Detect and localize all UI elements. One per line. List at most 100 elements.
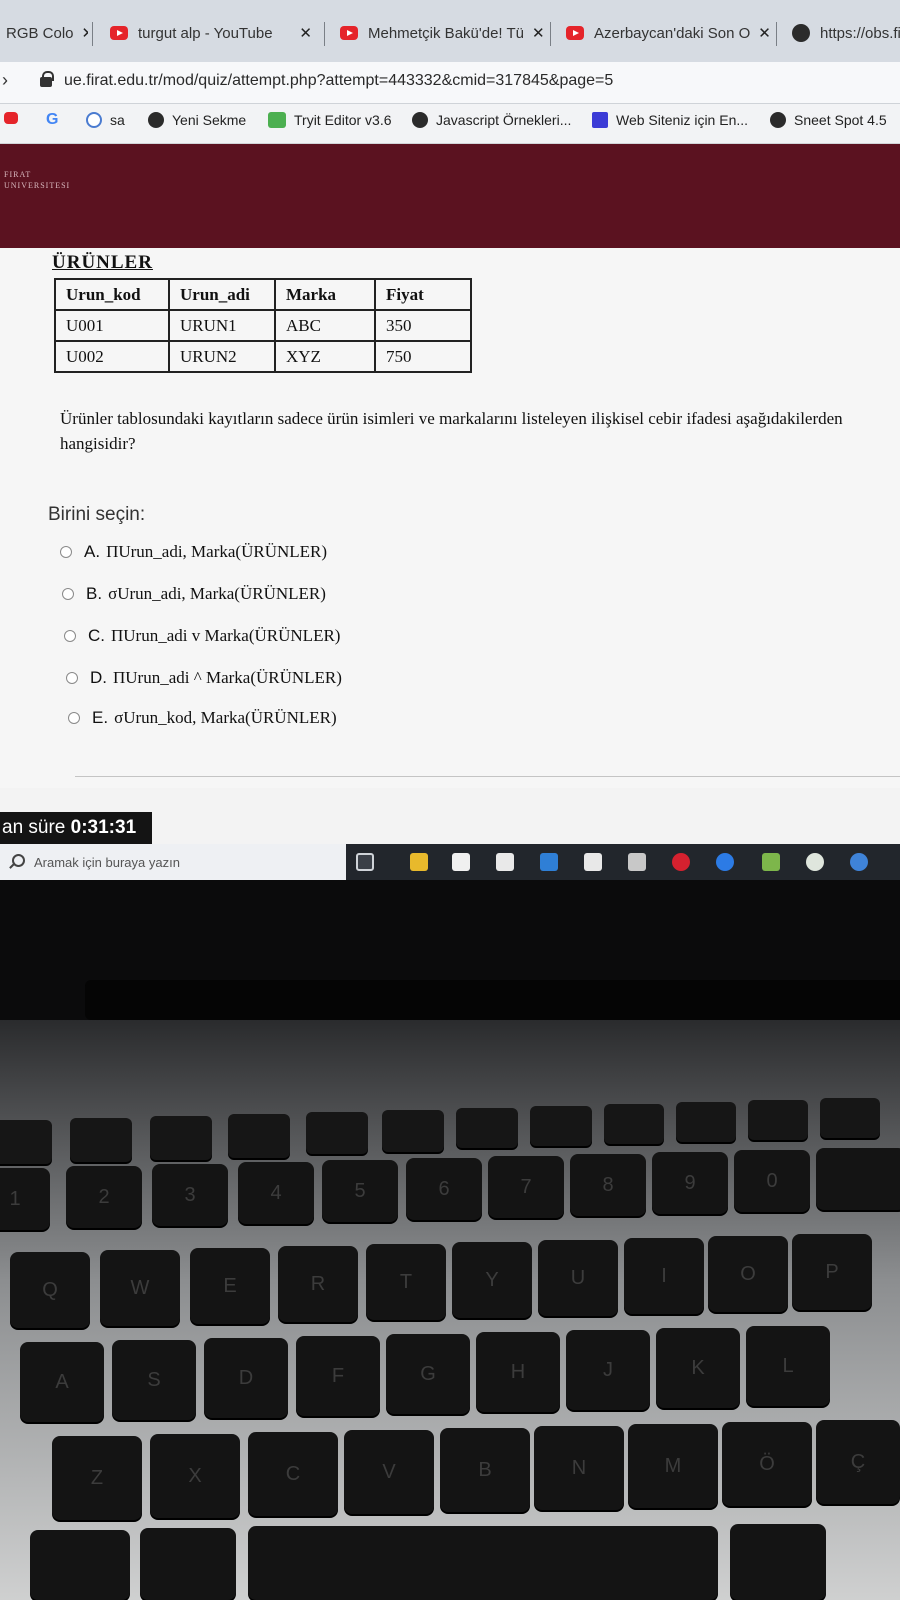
file-explorer-icon[interactable] — [410, 853, 428, 871]
key[interactable]: K — [656, 1328, 740, 1408]
key[interactable]: Z — [52, 1436, 142, 1520]
answer-option-a[interactable]: A. ΠUrun_adi, Marka(ÜRÜNLER) — [60, 542, 327, 562]
key[interactable]: 6 — [406, 1158, 482, 1220]
bookmark-youtube[interactable] — [4, 112, 26, 124]
mail-icon[interactable] — [540, 853, 558, 871]
key[interactable]: G — [386, 1334, 470, 1414]
university-logo[interactable]: FIRAT UNIVERSITESI — [4, 169, 70, 191]
key[interactable]: S — [112, 1340, 196, 1420]
key[interactable]: O — [708, 1236, 788, 1312]
key[interactable] — [140, 1528, 236, 1600]
app2-icon[interactable] — [850, 853, 868, 871]
bookmark-javascript[interactable]: Javascript Örnekleri... — [412, 112, 571, 128]
function-key[interactable] — [748, 1100, 808, 1140]
close-icon[interactable]: ✕ — [74, 24, 88, 42]
key[interactable]: 2 — [66, 1166, 142, 1228]
key[interactable]: D — [204, 1338, 288, 1418]
key[interactable]: P — [792, 1234, 872, 1310]
bookmark-sa[interactable]: sa — [86, 112, 125, 128]
lock-icon[interactable] — [40, 71, 54, 87]
function-key[interactable] — [0, 1120, 52, 1164]
search-placeholder[interactable]: Aramak için buraya yazın — [34, 855, 180, 870]
answer-option-d[interactable]: D. ΠUrun_adi ^ Marka(ÜRÜNLER) — [66, 668, 342, 688]
tab-youtube-azerbaycan[interactable]: Azerbaycan'daki Son O ✕ — [556, 12, 772, 54]
function-key[interactable] — [228, 1114, 290, 1158]
key[interactable]: J — [566, 1330, 650, 1410]
answer-option-e[interactable]: E. σUrun_kod, Marka(ÜRÜNLER) — [68, 708, 337, 728]
space-bar[interactable] — [248, 1526, 718, 1600]
key[interactable]: V — [344, 1430, 434, 1514]
tab-obs[interactable]: https://obs.fir — [782, 12, 900, 54]
key[interactable]: H — [476, 1332, 560, 1412]
store-icon[interactable] — [452, 853, 470, 871]
function-key[interactable] — [820, 1098, 880, 1138]
key[interactable] — [816, 1148, 900, 1210]
tab-rgb[interactable]: RGB Colo ✕ — [0, 12, 88, 54]
close-icon[interactable]: ✕ — [291, 24, 312, 42]
key[interactable]: 7 — [488, 1156, 564, 1218]
opera-icon[interactable] — [672, 853, 690, 871]
function-key[interactable] — [530, 1106, 592, 1146]
taskbar-search[interactable]: Aramak için buraya yazın — [0, 844, 346, 880]
key[interactable]: W — [100, 1250, 180, 1326]
key[interactable]: E — [190, 1248, 270, 1324]
back-arrow-icon[interactable]: › — [2, 70, 8, 91]
key[interactable]: T — [366, 1244, 446, 1320]
edge-icon[interactable] — [716, 853, 734, 871]
function-key[interactable] — [70, 1118, 132, 1162]
close-icon[interactable]: ✕ — [524, 24, 545, 42]
key[interactable]: A — [20, 1342, 104, 1422]
key[interactable]: R — [278, 1246, 358, 1322]
key[interactable]: Q — [10, 1252, 90, 1328]
key[interactable]: F — [296, 1336, 380, 1416]
key[interactable]: Ö — [722, 1422, 812, 1506]
key[interactable]: C — [248, 1432, 338, 1516]
bookmark-web-siteniz[interactable]: Web Siteniz için En... — [592, 112, 748, 128]
key[interactable] — [730, 1524, 826, 1600]
app-icon[interactable] — [628, 853, 646, 871]
radio-button[interactable] — [68, 712, 80, 724]
bookmark-sneet-spot[interactable]: Sneet Spot 4.5 — [770, 112, 887, 128]
close-icon[interactable]: ✕ — [750, 24, 771, 42]
tab-youtube-mehmetcik[interactable]: Mehmetçik Bakü'de! Tü ✕ — [330, 12, 548, 54]
radio-button[interactable] — [62, 588, 74, 600]
key[interactable]: M — [628, 1424, 718, 1508]
tab-youtube-turgut[interactable]: turgut alp - YouTube ✕ — [100, 12, 322, 54]
function-key[interactable] — [306, 1112, 368, 1154]
key[interactable]: 0 — [734, 1150, 810, 1212]
function-key[interactable] — [676, 1102, 736, 1142]
bookmark-yeni-sekme[interactable]: Yeni Sekme — [148, 112, 246, 128]
radio-button[interactable] — [64, 630, 76, 642]
key[interactable] — [30, 1530, 130, 1600]
radio-button[interactable] — [60, 546, 72, 558]
function-key[interactable] — [604, 1104, 664, 1144]
google-icon[interactable]: G — [46, 111, 58, 129]
answer-option-b[interactable]: B. σUrun_adi, Marka(ÜRÜNLER) — [62, 584, 326, 604]
radio-button[interactable] — [66, 672, 78, 684]
key[interactable]: Y — [452, 1242, 532, 1318]
key[interactable]: I — [624, 1238, 704, 1314]
function-key[interactable] — [382, 1110, 444, 1152]
yandex-icon[interactable] — [584, 853, 602, 871]
key[interactable]: 5 — [322, 1160, 398, 1222]
function-key[interactable] — [456, 1108, 518, 1148]
url-field[interactable]: ue.firat.edu.tr/mod/quiz/attempt.php?att… — [64, 72, 613, 90]
key[interactable]: X — [150, 1434, 240, 1518]
calculator-icon[interactable] — [496, 853, 514, 871]
key[interactable]: U — [538, 1240, 618, 1316]
bookmark-tryit[interactable]: Tryit Editor v3.6 — [268, 112, 392, 128]
key[interactable]: 9 — [652, 1152, 728, 1214]
task-view-icon[interactable] — [356, 853, 374, 871]
answer-option-c[interactable]: C. ΠUrun_adi v Marka(ÜRÜNLER) — [64, 626, 340, 646]
key[interactable]: 3 — [152, 1164, 228, 1226]
key[interactable]: N — [534, 1426, 624, 1510]
key[interactable]: 8 — [570, 1154, 646, 1216]
key[interactable]: Ç — [816, 1420, 900, 1504]
notepad-icon[interactable] — [762, 853, 780, 871]
function-key[interactable] — [150, 1116, 212, 1160]
key[interactable]: 1 — [0, 1168, 50, 1230]
key[interactable]: L — [746, 1326, 830, 1406]
key[interactable]: B — [440, 1428, 530, 1512]
chrome-icon[interactable] — [806, 853, 824, 871]
key[interactable]: 4 — [238, 1162, 314, 1224]
